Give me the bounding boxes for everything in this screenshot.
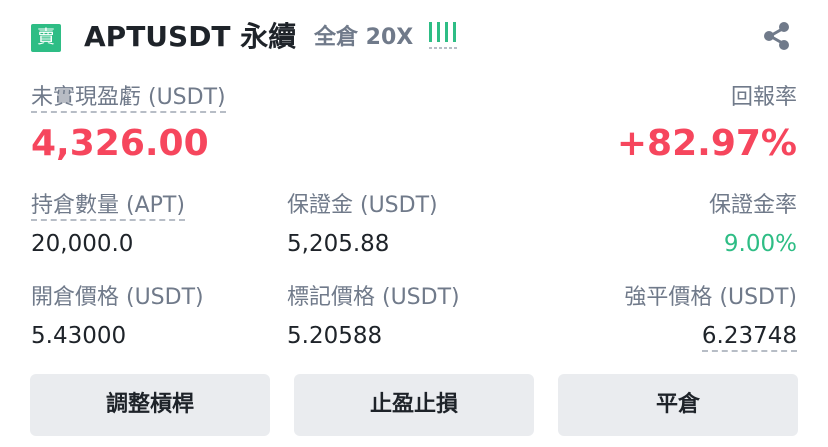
adjust-leverage-button[interactable]: 調整槓桿 — [30, 374, 270, 436]
entry-price-value: 5.43000 — [31, 323, 127, 349]
roe-label: 回報率 — [730, 85, 797, 110]
mark-price-label: 標記價格 (USDT) — [287, 285, 460, 310]
position-size-label-text[interactable]: 持倉數量 (APT) — [31, 193, 185, 221]
leverage-bars-icon[interactable] — [429, 20, 459, 50]
liquidation-price-value[interactable]: 6.23748 — [701, 321, 797, 352]
share-icon[interactable] — [761, 20, 793, 52]
margin-ratio-label: 保證金率 — [708, 193, 797, 218]
margin-mode-leverage[interactable]: 全倉 20X — [314, 24, 413, 52]
position-size-label[interactable]: 持倉數量 (APT) — [31, 192, 185, 221]
margin-ratio-value: 9.00% — [723, 231, 797, 257]
liquidation-price-label: 強平價格 (USDT) — [624, 285, 797, 310]
unrealized-pnl-value: 4,326.00 — [31, 123, 209, 164]
unrealized-pnl-label-text[interactable]: 未實現盈虧 (USDT) — [31, 85, 226, 113]
tp-sl-button[interactable]: 止盈止損 — [294, 374, 534, 436]
margin-value: 5,205.88 — [287, 231, 390, 257]
roe-value: +82.97% — [616, 123, 797, 164]
entry-price-label: 開倉價格 (USDT) — [31, 285, 204, 310]
symbol-title[interactable]: APTUSDT 永續 — [84, 18, 296, 56]
unrealized-pnl-label[interactable]: 未實現盈虧 (USDT) — [31, 84, 226, 113]
position-size-value: 20,000.0 — [31, 231, 134, 257]
close-position-button[interactable]: 平倉 — [558, 374, 798, 436]
sell-side-badge: 賣 — [31, 24, 61, 52]
margin-label: 保證金 (USDT) — [287, 193, 438, 218]
liquidation-price-value-text[interactable]: 6.23748 — [701, 323, 797, 352]
mark-price-value: 5.20588 — [287, 323, 383, 349]
